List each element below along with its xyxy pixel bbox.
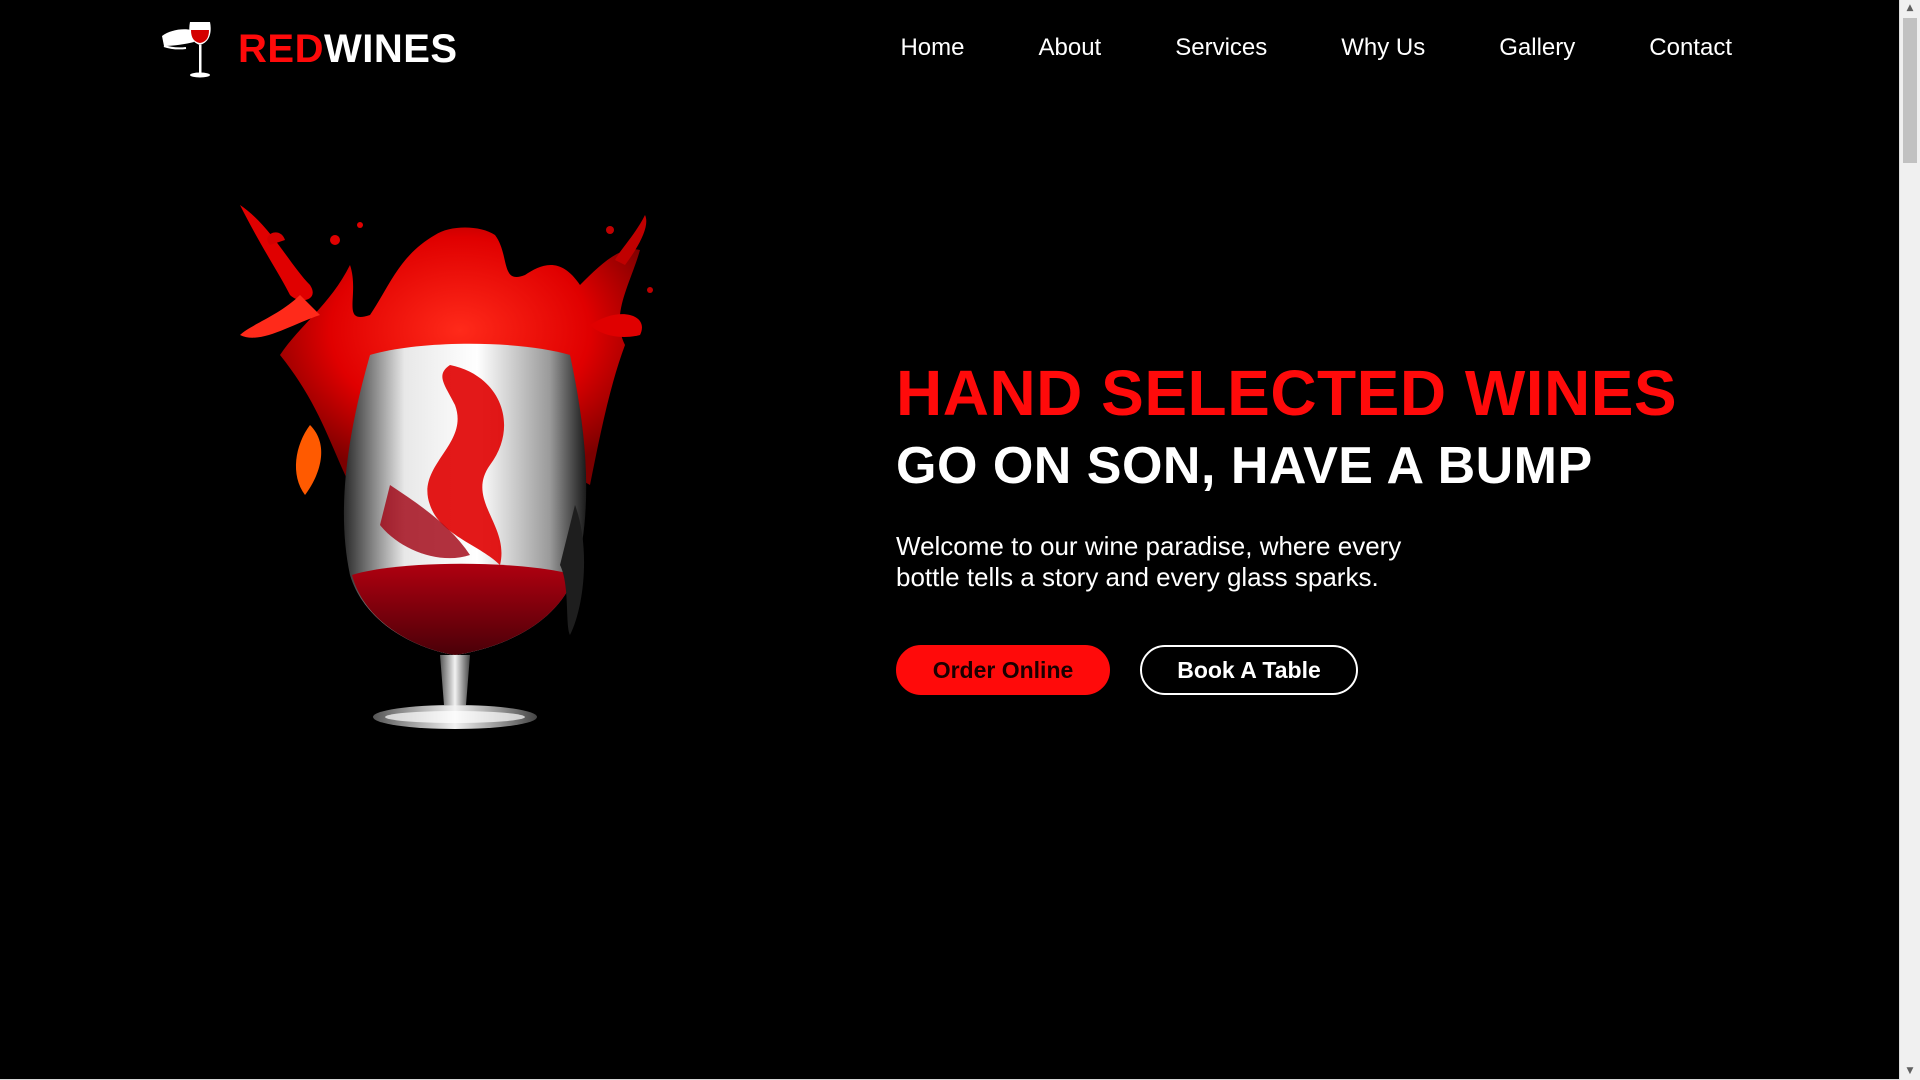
nav-about[interactable]: About: [1039, 28, 1102, 68]
wine-glass-in-hand-icon: [162, 22, 211, 78]
hero-actions: Order Online Book A Table: [896, 645, 1656, 695]
vertical-scrollbar[interactable]: ▲ ▼: [1899, 0, 1920, 1080]
nav-home[interactable]: Home: [900, 28, 964, 68]
hero-tagline: Welcome to our wine paradise, where ever…: [896, 531, 1456, 593]
site-header: REDWINES Home About Services Why Us Gall…: [0, 0, 1899, 100]
nav-contact[interactable]: Contact: [1649, 28, 1732, 68]
brand-name-white: WINES: [323, 27, 458, 71]
red-wine-splash-glass-image: [240, 205, 653, 729]
brand-name-red: RED: [238, 27, 324, 71]
hero-tagline-line-2: bottle tells a story and every glass spa…: [896, 562, 1379, 592]
book-a-table-button[interactable]: Book A Table: [1140, 645, 1358, 695]
hero-headline: HAND SELECTED WINES: [896, 357, 1678, 429]
page: REDWINES Home About Services Why Us Gall…: [0, 0, 1920, 1080]
main-nav: Home About Services Why Us Gallery Conta…: [900, 28, 1732, 68]
scroll-up-arrow-icon[interactable]: ▲: [1900, 0, 1920, 17]
hero-subheadline: GO ON SON, HAVE A BUMP: [896, 437, 1593, 495]
nav-services[interactable]: Services: [1175, 28, 1267, 68]
scrollbar-thumb[interactable]: [1903, 18, 1917, 163]
order-online-button[interactable]: Order Online: [896, 645, 1110, 695]
hero-tagline-line-1: Welcome to our wine paradise, where ever…: [896, 531, 1402, 561]
nav-why-us[interactable]: Why Us: [1341, 28, 1425, 68]
hero-content: HAND SELECTED WINES GO ON SON, HAVE A BU…: [896, 355, 1678, 695]
nav-gallery[interactable]: Gallery: [1499, 28, 1575, 68]
brand-name: REDWINES: [238, 19, 458, 79]
scroll-down-arrow-icon[interactable]: ▼: [1900, 1063, 1920, 1080]
brand-logo[interactable]: REDWINES: [160, 18, 458, 80]
